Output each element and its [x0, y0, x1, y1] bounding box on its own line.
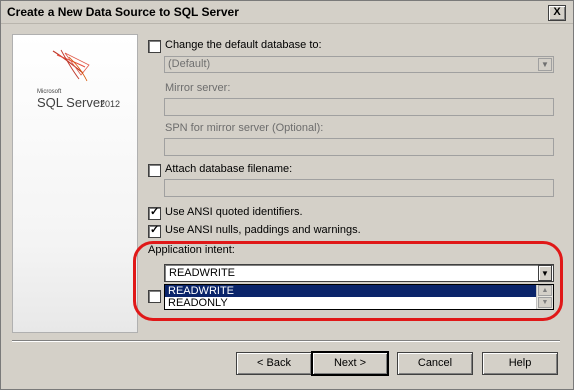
- app-intent-value: READWRITE: [169, 267, 235, 279]
- spn-label: SPN for mirror server (Optional):: [165, 122, 324, 134]
- app-intent-dropdown-list[interactable]: READWRITE READONLY ▲ ▼: [164, 284, 554, 310]
- back-button[interactable]: < Back: [236, 352, 312, 375]
- dropdown-option-readwrite[interactable]: READWRITE: [165, 285, 537, 297]
- sql-server-logo: Microsoft SQL Server 2012: [23, 47, 133, 110]
- ansi-quoted-checkbox[interactable]: [148, 205, 161, 220]
- logo-version: 2012: [100, 99, 121, 109]
- attach-db-input: [164, 179, 554, 197]
- ansi-nulls-label: Use ANSI nulls, paddings and warnings.: [165, 224, 361, 236]
- side-banner: Microsoft SQL Server 2012: [12, 34, 138, 333]
- attach-db-checkbox[interactable]: [148, 164, 161, 177]
- spn-input: [164, 138, 554, 156]
- dropdown-scrollbar[interactable]: ▲ ▼: [536, 285, 553, 309]
- divider: [12, 340, 560, 342]
- close-button[interactable]: X: [548, 5, 566, 21]
- change-default-db-label: Change the default database to:: [165, 39, 322, 51]
- dropdown-option-readonly[interactable]: READONLY: [165, 297, 537, 309]
- change-default-db-checkbox[interactable]: [148, 40, 161, 53]
- default-db-select: (Default) ▼: [164, 56, 554, 73]
- next-button[interactable]: Next >: [312, 352, 388, 375]
- window-title: Create a New Data Source to SQL Server: [7, 5, 239, 19]
- hidden-option-checkbox[interactable]: [148, 290, 161, 303]
- mirror-server-input: [164, 98, 554, 116]
- ansi-nulls-checkbox[interactable]: [148, 223, 161, 238]
- mirror-server-label: Mirror server:: [165, 82, 231, 94]
- chevron-down-icon[interactable]: ▼: [538, 265, 552, 281]
- logo-product: SQL Server: [37, 95, 105, 110]
- help-button[interactable]: Help: [482, 352, 558, 375]
- ansi-quoted-label: Use ANSI quoted identifiers.: [165, 206, 303, 218]
- default-db-value: (Default): [168, 58, 211, 70]
- chevron-down-icon: ▼: [538, 58, 552, 71]
- scroll-down-icon[interactable]: ▼: [538, 297, 552, 308]
- title-bar[interactable]: Create a New Data Source to SQL Server X: [1, 1, 573, 24]
- app-intent-select[interactable]: READWRITE ▼: [164, 264, 554, 282]
- dialog-window: Create a New Data Source to SQL Server X…: [0, 0, 574, 390]
- attach-db-label: Attach database filename:: [165, 163, 293, 175]
- scroll-up-icon[interactable]: ▲: [538, 285, 552, 296]
- app-intent-label: Application intent:: [148, 244, 235, 256]
- logo-graphic-icon: [52, 49, 90, 82]
- cancel-button[interactable]: Cancel: [397, 352, 473, 375]
